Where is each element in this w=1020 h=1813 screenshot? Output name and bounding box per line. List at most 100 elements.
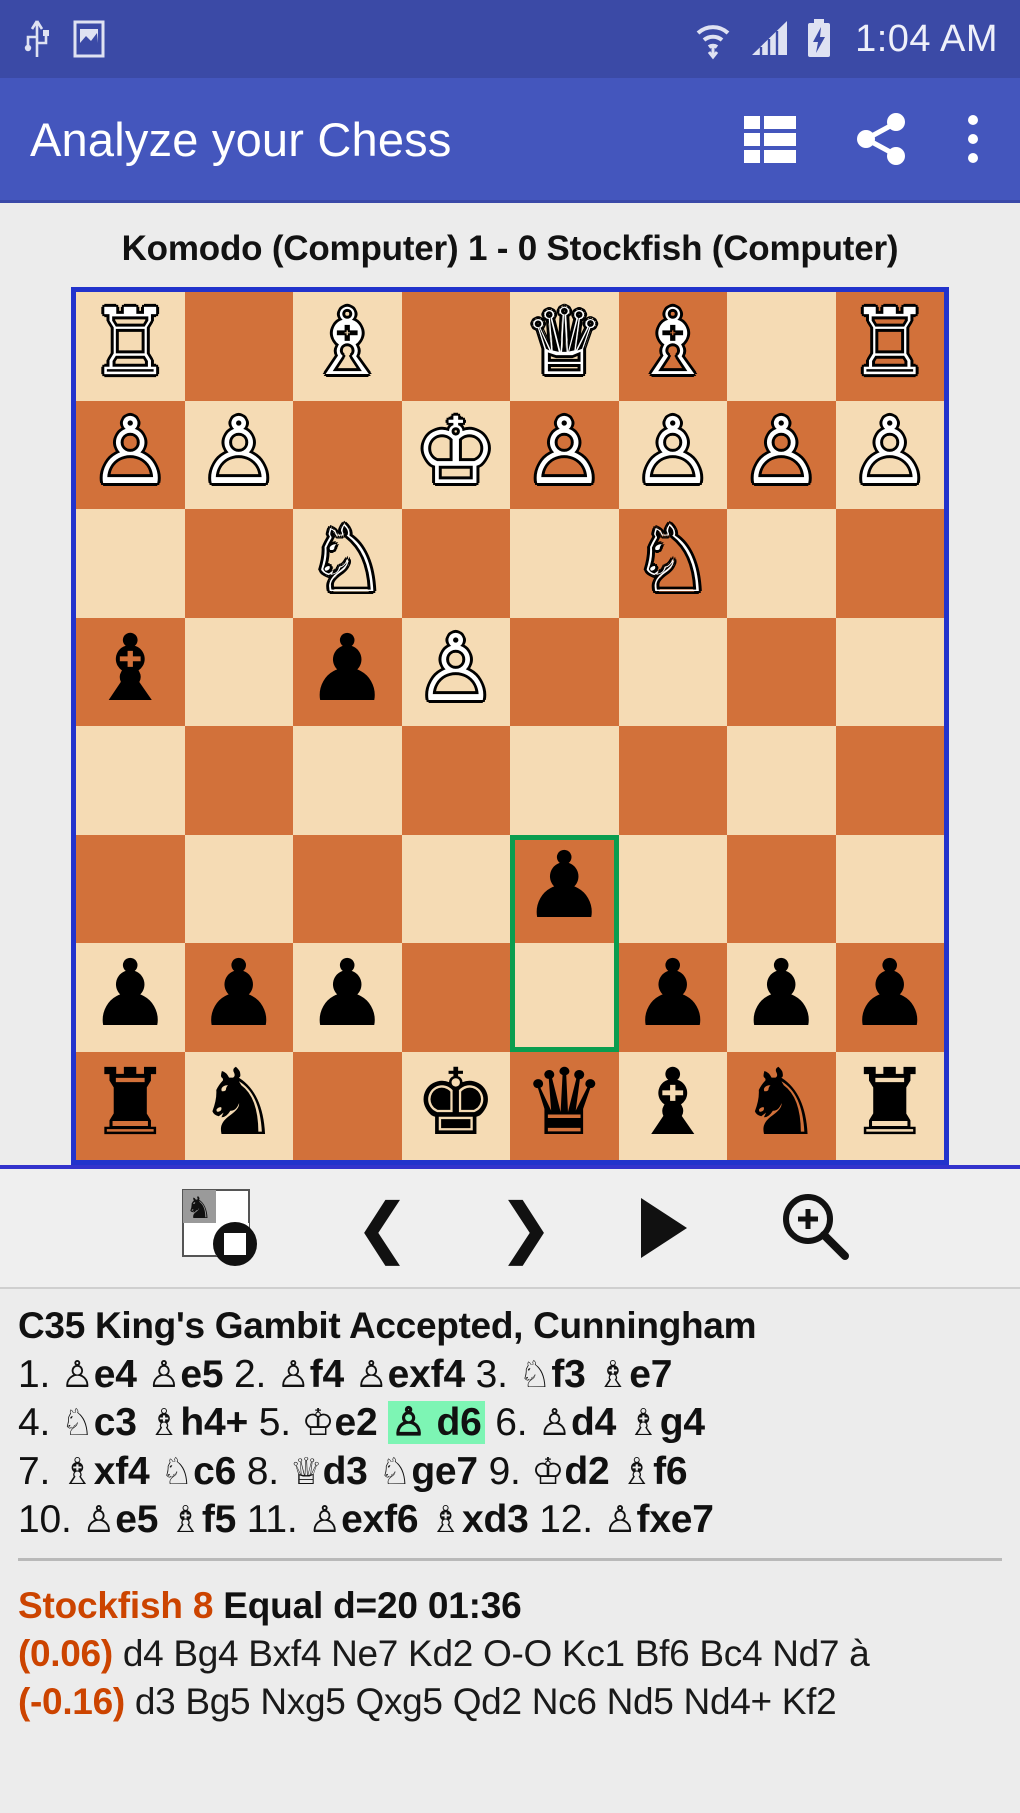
board-square[interactable]: ♕ [510,292,619,401]
current-move[interactable]: ♙ d6 [388,1401,485,1445]
board-square[interactable]: ♘ [293,509,402,618]
board-square[interactable] [510,617,619,726]
board-square[interactable]: ♟ [184,943,293,1052]
board-square[interactable]: ♟ [510,834,619,943]
previous-move-icon[interactable]: ❮ [355,1195,410,1261]
board-square[interactable] [184,834,293,943]
board-square[interactable]: ♗ [618,292,727,401]
move-san[interactable]: f6 [653,1450,687,1493]
board-square[interactable] [184,726,293,835]
piece-figurine[interactable]: ♙ [277,1353,310,1396]
share-icon[interactable] [852,110,910,168]
piece-figurine[interactable]: ♘ [160,1450,193,1493]
piece-figurine[interactable]: ♘ [378,1450,411,1493]
board-square[interactable]: ♙ [184,400,293,509]
board-square[interactable]: ♝ [76,617,185,726]
piece-figurine[interactable]: ♙ [61,1353,94,1396]
piece-figurine[interactable]: ♔ [531,1450,564,1493]
move-san[interactable]: d2 [564,1450,609,1493]
board-square[interactable] [184,292,293,401]
board-square[interactable] [184,509,293,618]
piece-figurine[interactable]: ♙ [355,1353,388,1396]
board-square[interactable] [401,292,510,401]
move-san[interactable]: ge7 [411,1450,478,1493]
piece-figurine[interactable]: ♙ [538,1401,571,1444]
board-square[interactable] [510,943,619,1052]
piece-figurine[interactable]: ♙ [308,1498,341,1541]
move-san[interactable]: c3 [94,1401,137,1444]
move-san[interactable]: xd3 [462,1498,529,1541]
engine-variation[interactable]: (0.06) d4 Bg4 Bxf4 Ne7 Kd2 O-O Kc1 Bf6 B… [18,1630,1002,1678]
board-square[interactable] [727,617,836,726]
board-square[interactable] [401,509,510,618]
board-square[interactable] [618,834,727,943]
move-san[interactable]: e7 [629,1353,672,1396]
board-square[interactable] [835,834,944,943]
board-square[interactable]: ♛ [510,1051,619,1160]
board-square[interactable] [727,509,836,618]
board-square[interactable]: ♙ [510,400,619,509]
engine-variation[interactable]: (-0.16) d3 Bg5 Nxg5 Qxg5 Qd2 Nc6 Nd5 Nd4… [18,1678,1002,1726]
board-square[interactable]: ♝ [618,1051,727,1160]
board-square[interactable]: ♙ [835,400,944,509]
piece-figurine[interactable]: ♗ [147,1401,180,1444]
board-square[interactable]: ♟ [76,943,185,1052]
move-san[interactable]: d3 [323,1450,368,1493]
board-square[interactable]: ♟ [293,943,402,1052]
board-square[interactable]: ♖ [76,292,185,401]
board-square[interactable] [835,509,944,618]
board-square[interactable]: ♙ [401,617,510,726]
board-square[interactable] [618,617,727,726]
board-square[interactable] [510,726,619,835]
next-move-icon[interactable]: ❯ [498,1195,553,1261]
board-square[interactable] [184,617,293,726]
piece-figurine[interactable]: ♘ [61,1401,94,1444]
piece-figurine[interactable]: ♙ [82,1498,115,1541]
move-san[interactable]: xf4 [94,1450,150,1493]
play-icon[interactable] [641,1198,688,1258]
piece-figurine[interactable]: ♘ [518,1353,551,1396]
move-san[interactable]: e5 [180,1353,223,1396]
piece-figurine[interactable]: ♗ [169,1498,202,1541]
board-square[interactable]: ♟ [835,943,944,1052]
piece-figurine[interactable]: ♗ [61,1450,94,1493]
move-san[interactable]: g4 [660,1401,705,1444]
piece-figurine[interactable]: ♗ [627,1401,660,1444]
piece-figurine[interactable]: ♗ [596,1353,629,1396]
board-square[interactable]: ♟ [293,617,402,726]
board-square[interactable]: ♜ [835,1051,944,1160]
move-san[interactable]: d4 [571,1401,616,1444]
move-san[interactable]: f4 [310,1353,344,1396]
board-square[interactable] [401,834,510,943]
piece-figurine[interactable]: ♙ [147,1353,180,1396]
board-square[interactable] [510,509,619,618]
move-san[interactable]: exf4 [388,1353,465,1396]
board-square[interactable] [401,726,510,835]
piece-figurine[interactable]: ♗ [429,1498,462,1541]
piece-figurine[interactable]: ♔ [302,1401,335,1444]
board-square[interactable] [401,943,510,1052]
move-san[interactable]: h4+ [180,1401,248,1444]
move-list[interactable]: C35 King's Gambit Accepted, Cunningham 1… [0,1289,1020,1545]
flip-board-icon[interactable]: ♞ [175,1182,267,1274]
board-square[interactable]: ♟ [727,943,836,1052]
move-san[interactable]: e2 [334,1401,377,1444]
move-san[interactable]: e4 [94,1353,137,1396]
board-square[interactable] [727,726,836,835]
board-square[interactable] [727,834,836,943]
board-square[interactable] [835,617,944,726]
piece-figurine[interactable]: ♗ [620,1450,653,1493]
board-square[interactable] [76,509,185,618]
board-square[interactable]: ♞ [184,1051,293,1160]
overflow-menu-icon[interactable] [962,110,984,168]
board-square[interactable]: ♙ [727,400,836,509]
board-square[interactable] [76,834,185,943]
board-square[interactable] [76,726,185,835]
board-square[interactable] [293,834,402,943]
board-square[interactable]: ♙ [618,400,727,509]
board-square[interactable]: ♔ [401,400,510,509]
zoom-in-icon[interactable] [775,1188,855,1268]
chess-board[interactable]: ♖ ♗ ♕ ♗ ♖ ♙ ♙ ♔ ♙ ♙ ♙ ♙ ♘ ♘ ♝ ♟ ♙ ♟ ♟ ♟ ♟ ♟ ♟ ♟ ♜ ♞ ♚ ♛ ♝ ♞ ♜ [71,287,949,1165]
list-view-icon[interactable] [740,110,800,168]
move-san[interactable]: c6 [193,1450,236,1493]
